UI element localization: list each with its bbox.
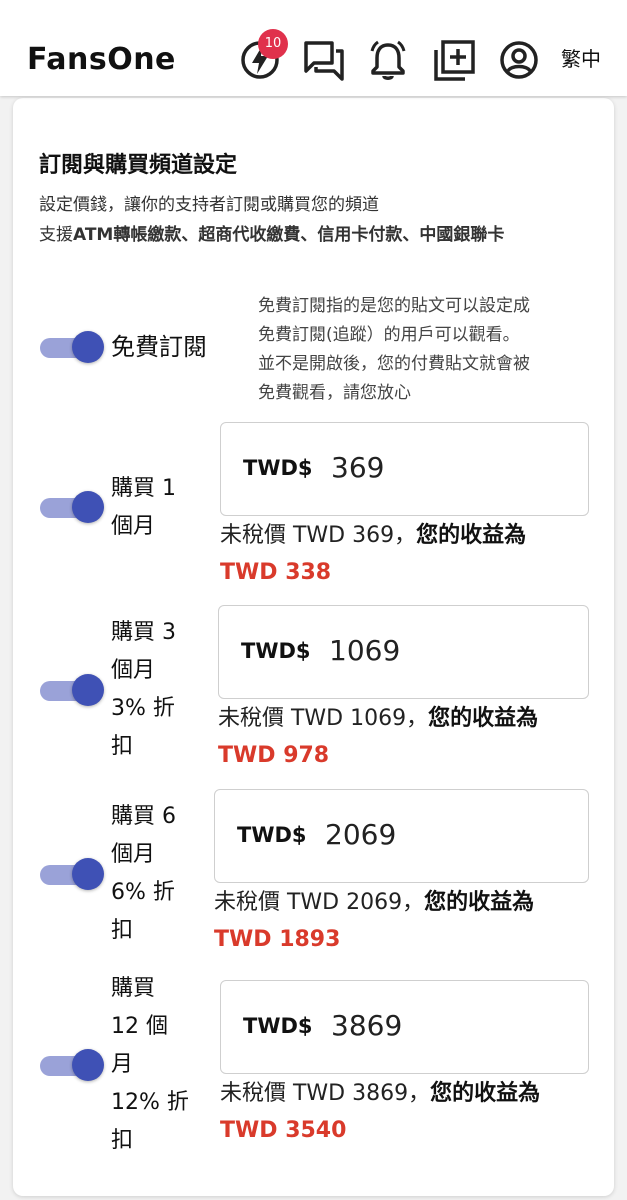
plan-12-month-label: 購買 12 個 月 12% 折 扣 — [111, 976, 189, 1153]
notifications-button[interactable] — [366, 38, 410, 82]
plan-6-month-price-input[interactable]: TWD$ 2069 — [214, 789, 589, 883]
currency-prefix: TWD$ — [243, 456, 313, 480]
chat-icon — [304, 41, 344, 81]
toggle-thumb — [72, 491, 104, 523]
toggle-thumb — [72, 858, 104, 890]
plan-6-month-tax-text: 未稅價 TWD 2069，您的收益為 — [214, 890, 535, 915]
add-button[interactable] — [432, 38, 476, 82]
payment-methods-list: ATM轉帳繳款、超商代收繳費、信用卡付款、中國銀聯卡 — [73, 225, 505, 245]
add-box-icon — [434, 40, 475, 81]
account-icon — [500, 41, 538, 79]
plan-1-month-label: 購買 1 個月 — [111, 476, 176, 539]
account-button[interactable] — [497, 38, 541, 82]
free-subscription-toggle[interactable] — [38, 331, 104, 363]
currency-prefix: TWD$ — [237, 823, 307, 847]
plan-1-month-tax-text: 未稅價 TWD 369，您的收益為 — [220, 523, 527, 548]
top-bar: FansOne 10 繁中 — [0, 0, 627, 96]
free-subscription-note: 免費訂閱指的是您的貼文可以設定成 免費訂閱(追蹤）的用戶可以觀看。 並不是開啟後… — [258, 296, 530, 403]
payment-methods-text: 支援ATM轉帳繳款、超商代收繳費、信用卡付款、中國銀聯卡 — [39, 225, 505, 245]
plan-6-month-earnings: TWD 1893 — [214, 927, 341, 952]
plan-3-month-label: 購買 3 個月 3% 折 扣 — [111, 620, 176, 759]
section-title: 訂閱與購買頻道設定 — [39, 153, 238, 178]
plan-12-month-tax-text: 未稅價 TWD 3869，您的收益為 — [220, 1081, 541, 1106]
plan-1-month-earnings: TWD 338 — [220, 560, 332, 585]
currency-prefix: TWD$ — [241, 639, 311, 663]
language-switch[interactable]: 繁中 — [561, 45, 601, 73]
plan-3-month-tax-text: 未稅價 TWD 1069，您的收益為 — [218, 706, 539, 731]
price-value: 1069 — [329, 634, 401, 667]
toggle-thumb — [72, 1049, 104, 1081]
plan-1-month-toggle[interactable] — [38, 491, 104, 523]
price-value: 3869 — [331, 1009, 403, 1042]
section-description: 設定價錢，讓你的支持者訂閱或購買您的頻道 — [39, 195, 379, 215]
plan-12-month-toggle[interactable] — [38, 1049, 104, 1081]
chat-button[interactable] — [302, 38, 346, 82]
free-subscription-label: 免費訂閱 — [111, 333, 207, 361]
plan-6-month-toggle[interactable] — [38, 858, 104, 890]
price-value: 369 — [331, 451, 385, 484]
plan-12-month-earnings: TWD 3540 — [220, 1118, 347, 1143]
plan-3-month-toggle[interactable] — [38, 674, 104, 706]
plan-1-month-price-input[interactable]: TWD$ 369 — [220, 422, 589, 516]
plan-3-month-price-input[interactable]: TWD$ 1069 — [218, 605, 589, 699]
bell-icon — [370, 40, 406, 80]
plan-3-month-earnings: TWD 978 — [218, 743, 330, 768]
plan-12-month-price-input[interactable]: TWD$ 3869 — [220, 980, 589, 1074]
app-logo[interactable]: FansOne — [27, 40, 176, 80]
notification-count-badge: 10 — [258, 29, 288, 59]
toggle-thumb — [72, 331, 104, 363]
plan-6-month-label: 購買 6 個月 6% 折 扣 — [111, 804, 176, 943]
currency-prefix: TWD$ — [243, 1014, 313, 1038]
toggle-thumb — [72, 674, 104, 706]
price-value: 2069 — [325, 818, 397, 851]
